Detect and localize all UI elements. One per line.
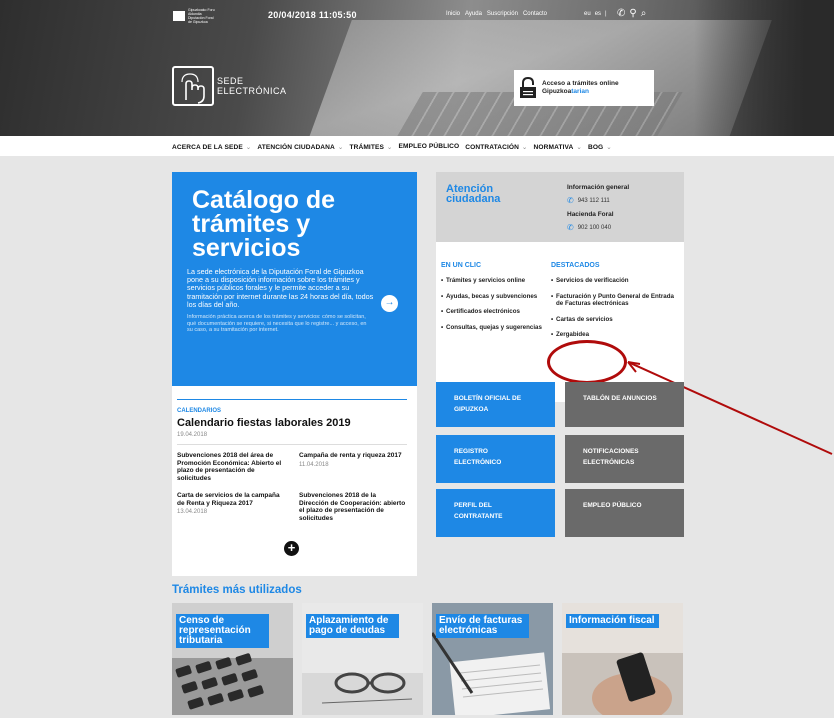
news-panel: CALENDARIOS Calendario fiestas laborales…	[172, 386, 417, 576]
catalog-panel[interactable]: Catálogo de trámites y servicios La sede…	[172, 172, 417, 396]
card-facturas[interactable]: Envío de facturas electrónicas	[432, 603, 553, 715]
location-icon[interactable]: ⚲	[629, 8, 636, 19]
tile-empleo[interactable]: EMPLEO PÚBLICO	[565, 489, 684, 537]
tile-registro[interactable]: REGISTRO ELECTRÓNICO	[436, 435, 555, 483]
news-category[interactable]: CALENDARIOS	[177, 408, 221, 414]
nav-acerca[interactable]: ACERCA DE LA SEDE ⌄	[172, 143, 251, 151]
list-item[interactable]: Ayudas, becas y subvenciones	[441, 293, 551, 301]
arrow-right-icon[interactable]: →	[381, 295, 398, 312]
news-item[interactable]: Campaña de renta y riqueza 2017 11.04.20…	[299, 452, 407, 469]
card-label: Información fiscal	[566, 614, 659, 628]
phone-icon[interactable]: ✆	[617, 8, 625, 19]
catalog-description: La sede electrónica de la Diputación For…	[187, 267, 374, 309]
catalog-small-text: Información práctica acerca de los trámi…	[187, 314, 367, 334]
nav-normativa[interactable]: NORMATIVA ⌄	[534, 143, 582, 151]
atencion-ciudadana-panel: Atención ciudadana Información general ✆…	[436, 172, 684, 242]
zergabidea-link[interactable]: Zergabidea	[551, 331, 676, 339]
more-news-plus-icon[interactable]: +	[284, 541, 299, 556]
catalog-title: Catálogo de trámites y servicios	[192, 186, 336, 262]
top-icons: ✆ ⚲ ⌕	[617, 8, 646, 19]
phone-icon: ✆	[567, 223, 574, 232]
main-nav: ACERCA DE LA SEDE ⌄ ATENCIÓN CIUDADANA ⌄…	[172, 143, 612, 151]
list-item[interactable]: Servicios de verificación	[551, 277, 676, 285]
card-aplazamiento[interactable]: Aplazamiento de pago de deudas	[302, 603, 423, 715]
list-item[interactable]: Facturación y Punto General de Entrada d…	[551, 293, 676, 308]
nav-atencion[interactable]: ATENCIÓN CIUDADANA ⌄	[257, 143, 343, 151]
link-contacto[interactable]: Contacto	[523, 11, 547, 17]
news-date: 19.04.2018	[177, 432, 208, 438]
phone-icon: ✆	[567, 196, 574, 205]
lock-icon	[520, 76, 536, 99]
gipuzkoa-logo[interactable]: Gipuzkoako Foru Aldundia Diputación Fora…	[173, 8, 221, 24]
news-item[interactable]: Subvenciones 2018 de la Dirección de Coo…	[299, 492, 407, 522]
link-ayuda[interactable]: Ayuda	[465, 11, 482, 17]
lang-eu[interactable]: eu	[584, 11, 591, 17]
tile-perfil-contratante[interactable]: PERFIL DEL CONTRATANTE	[436, 489, 555, 537]
tile-notificaciones[interactable]: NOTIFICACIONES ELECTRÓNICAS	[565, 435, 684, 483]
header-banner: Gipuzkoako Foru Aldundia Diputación Fora…	[0, 0, 834, 136]
section-title: Trámites más utilizados	[172, 584, 302, 596]
hacienda-phone[interactable]: 902 100 040	[578, 225, 611, 231]
destacados-list: DESTACADOS Servicios de verificación Fac…	[551, 262, 676, 347]
datetime: 20/04/2018 11:05:50	[268, 10, 357, 20]
annotation-circle	[547, 340, 627, 384]
chevron-down-icon: ⌄	[243, 144, 252, 151]
access-online-button[interactable]: Acceso a trámites online Gipuzkoatarian	[514, 70, 654, 106]
list-item[interactable]: Certificados electrónicos	[441, 308, 551, 316]
logo-line2: ELECTRÓNICA	[217, 85, 287, 96]
nav-bog[interactable]: BOG ⌄	[588, 143, 612, 151]
list-item[interactable]: Trámites y servicios online	[441, 277, 551, 285]
news-item[interactable]: Subvenciones 2018 del área de Promoción …	[177, 452, 285, 482]
chevron-down-icon: ⌄	[335, 144, 344, 151]
chevron-down-icon: ⌄	[384, 144, 393, 151]
gipuzkoa-shield-icon	[173, 10, 185, 21]
nav-tramites[interactable]: TRÁMITES ⌄	[349, 143, 392, 151]
card-censo[interactable]: Censo de representación tributaria	[172, 603, 293, 715]
lang-es[interactable]: es	[595, 11, 601, 17]
nav-empleo[interactable]: EMPLEO PÚBLICO	[399, 143, 460, 151]
en-un-clic-list: EN UN CLIC Trámites y servicios online A…	[441, 262, 551, 339]
chevron-down-icon: ⌄	[519, 144, 528, 151]
top-bar: Gipuzkoako Foru Aldundia Diputación Fora…	[0, 8, 834, 24]
nav-contratacion[interactable]: CONTRATACIÓN ⌄	[465, 143, 527, 151]
top-links: Inicio Ayuda Suscripción Contacto	[446, 11, 547, 17]
card-informacion-fiscal[interactable]: Información fiscal	[562, 603, 683, 715]
card-label: Aplazamiento de pago de deudas	[306, 614, 399, 638]
search-icon[interactable]: ⌕	[641, 8, 647, 19]
hand-touch-icon	[172, 66, 214, 106]
news-headline[interactable]: Calendario fiestas laborales 2019	[177, 417, 351, 429]
card-label: Envío de facturas electrónicas	[436, 614, 529, 638]
annotation-arrow	[627, 361, 833, 455]
chevron-down-icon: ⌄	[574, 144, 582, 151]
link-inicio[interactable]: Inicio	[446, 11, 460, 17]
sede-electronica-logo[interactable]: SEDE ELECTRÓNICA	[172, 66, 287, 106]
logo-line1: SEDE	[217, 75, 244, 86]
contact-info: Información general ✆ 943 112 111 Haciend…	[567, 184, 630, 232]
general-phone[interactable]: 943 112 111	[578, 198, 610, 204]
language-switch: eu es |	[584, 11, 607, 17]
card-label: Censo de representación tributaria	[176, 614, 269, 648]
link-suscripcion[interactable]: Suscripción	[487, 11, 518, 17]
list-item[interactable]: Cartas de servicios	[551, 316, 676, 324]
tile-boletin[interactable]: BOLETÍN OFICIAL DE GIPUZKOA	[436, 382, 555, 427]
tile-tablon[interactable]: TABLÓN DE ANUNCIOS	[565, 382, 684, 427]
chevron-down-icon: ⌄	[604, 144, 612, 151]
news-item[interactable]: Carta de servicios de la campaña de Rent…	[177, 492, 285, 517]
list-item[interactable]: Consultas, quejas y sugerencias	[441, 324, 551, 332]
atencion-title[interactable]: Atención ciudadana	[446, 184, 500, 205]
